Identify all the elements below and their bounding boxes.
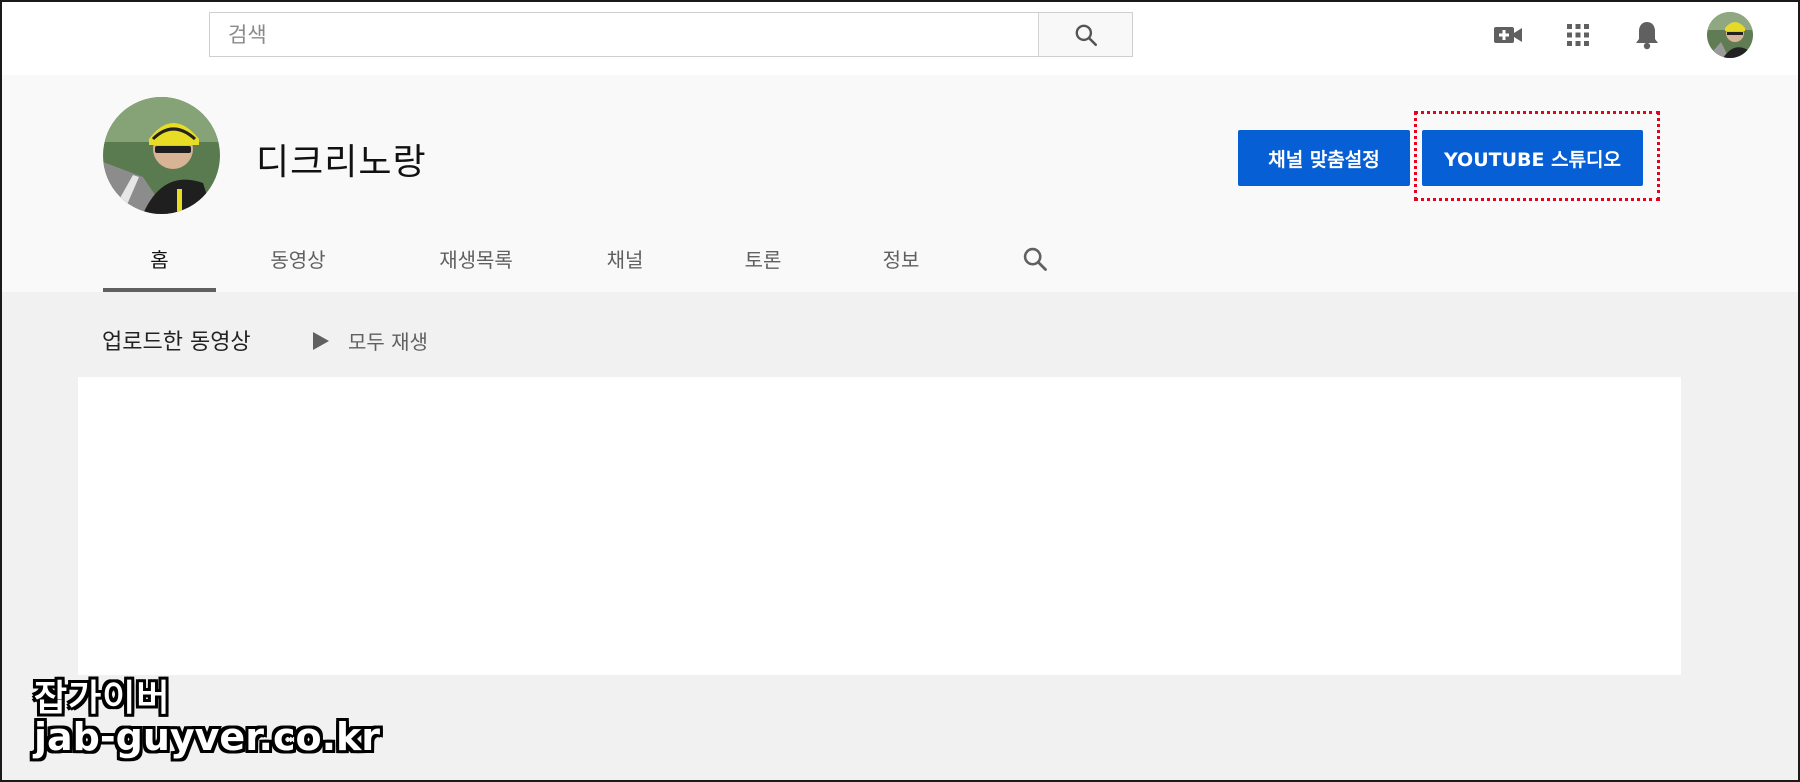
- notifications-button[interactable]: [1627, 15, 1667, 55]
- channel-avatar-image: [103, 97, 220, 214]
- channel-title: 디크리노랑: [256, 142, 427, 183]
- masthead: [0, 0, 1800, 75]
- active-tab-indicator: [103, 288, 216, 292]
- tab-label: 채널: [606, 248, 644, 272]
- tab-channels[interactable]: 채널: [580, 225, 670, 292]
- tab-discussion[interactable]: 토론: [718, 225, 808, 292]
- account-avatar[interactable]: [1707, 12, 1753, 58]
- highlight-annotation: [1414, 111, 1660, 201]
- tab-label: 정보: [882, 248, 920, 272]
- tab-about[interactable]: 정보: [856, 225, 946, 292]
- tab-label: 토론: [744, 248, 782, 272]
- video-shelf: [78, 377, 1681, 675]
- search-icon: [1023, 247, 1047, 271]
- play-all-button[interactable]: 모두 재생: [312, 326, 428, 355]
- play-icon: [313, 331, 329, 350]
- search-icon: [1075, 24, 1097, 46]
- video-camera-add-icon: [1494, 27, 1522, 43]
- tab-videos[interactable]: 동영상: [243, 225, 353, 292]
- tab-label: 재생목록: [439, 248, 513, 272]
- apps-button[interactable]: [1558, 15, 1598, 55]
- search-box: [209, 12, 1133, 57]
- create-video-button[interactable]: [1488, 15, 1528, 55]
- customize-channel-button[interactable]: 채널 맞춤설정: [1238, 130, 1410, 186]
- search-button[interactable]: [1038, 13, 1132, 56]
- tab-playlists[interactable]: 재생목록: [406, 225, 546, 292]
- search-input[interactable]: [210, 13, 1038, 56]
- play-all-label: 모두 재생: [348, 330, 428, 354]
- apps-grid-icon: [1567, 24, 1589, 46]
- uploads-section-title: 업로드한 동영상: [102, 330, 251, 355]
- tab-label: 홈: [150, 248, 169, 272]
- watermark-url: jab-guyver.co.kr: [34, 714, 381, 759]
- channel-avatar[interactable]: [103, 97, 220, 214]
- watermark-korean: 잡가이버: [34, 678, 171, 719]
- avatar-image: [1707, 12, 1753, 58]
- bell-icon: [1636, 22, 1658, 50]
- tab-search-button[interactable]: [1010, 225, 1060, 292]
- channel-header: 디크리노랑 채널 맞춤설정 YOUTUBE 스튜디오 홈 동영상 재생목록 채널…: [0, 75, 1800, 292]
- site-watermark: 잡가이버 jab-guyver.co.kr: [34, 680, 380, 758]
- tab-home[interactable]: 홈: [103, 225, 216, 292]
- tab-label: 동영상: [270, 248, 326, 272]
